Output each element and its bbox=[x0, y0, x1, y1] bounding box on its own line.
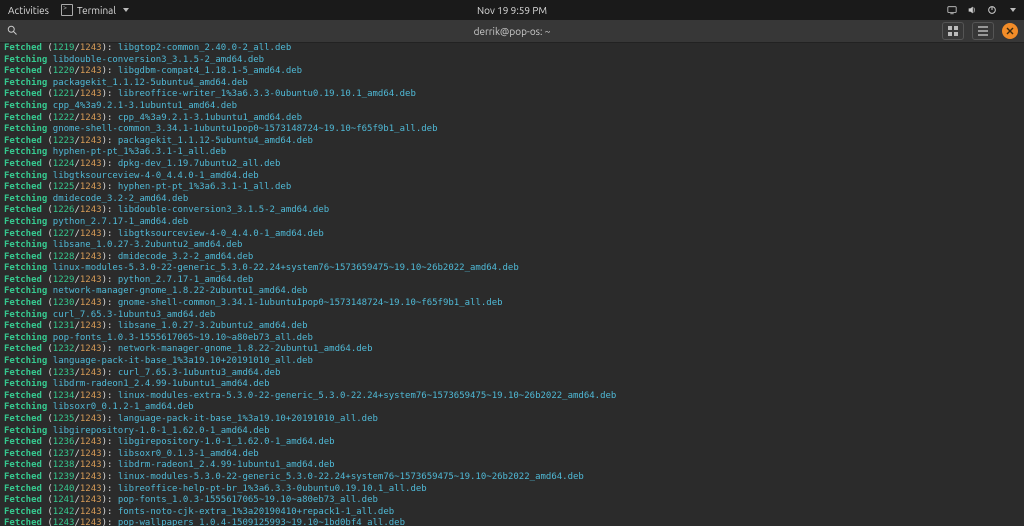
fetching-line: Fetching hyphen-pt-pt_1%3a6.3.1-1_all.de… bbox=[4, 147, 1020, 159]
fetching-line: Fetching curl_7.65.3-1ubuntu3_amd64.deb bbox=[4, 310, 1020, 322]
fetching-line: Fetching network-manager-gnome_1.8.22-2u… bbox=[4, 286, 1020, 298]
fetching-line: Fetching libsane_1.0.27-3.2ubuntu2_amd64… bbox=[4, 240, 1020, 252]
terminal-icon bbox=[61, 4, 73, 16]
fetched-line: Fetched (1230/1243): gnome-shell-common_… bbox=[4, 298, 1020, 310]
fetched-line: Fetched (1234/1243): linux-modules-extra… bbox=[4, 391, 1020, 403]
chevron-down-icon bbox=[1010, 8, 1016, 12]
fetched-line: Fetched (1222/1243): cpp_4%3a9.2.1-3.1ub… bbox=[4, 113, 1020, 125]
fetched-line: Fetched (1231/1243): libsane_1.0.27-3.2u… bbox=[4, 321, 1020, 333]
fetched-line: Fetched (1227/1243): libgtksourceview-4-… bbox=[4, 229, 1020, 241]
fetching-line: Fetching linux-modules-5.3.0-22-generic_… bbox=[4, 263, 1020, 275]
fetched-line: Fetched (1229/1243): python_2.7.17-1_amd… bbox=[4, 275, 1020, 287]
hamburger-menu-button[interactable] bbox=[972, 22, 994, 40]
fetched-line: Fetched (1224/1243): dpkg-dev_1.19.7ubun… bbox=[4, 159, 1020, 171]
fetched-line: Fetched (1240/1243): libreoffice-help-pt… bbox=[4, 484, 1020, 496]
fetched-line: Fetched (1236/1243): libgirepository-1.0… bbox=[4, 437, 1020, 449]
fetching-line: Fetching libdouble-conversion3_3.1.5-2_a… bbox=[4, 55, 1020, 67]
window-title: derrik@pop-os: ~ bbox=[474, 26, 551, 37]
fetched-line: Fetched (1242/1243): fonts-noto-cjk-extr… bbox=[4, 507, 1020, 519]
system-status-area[interactable] bbox=[947, 5, 1016, 15]
fetched-line: Fetched (1220/1243): libgdbm-compat4_1.1… bbox=[4, 66, 1020, 78]
fetched-line: Fetched (1235/1243): language-pack-it-ba… bbox=[4, 414, 1020, 426]
gnome-top-bar: Activities Terminal Nov 19 9:59 PM bbox=[0, 0, 1024, 20]
fetched-line: Fetched (1239/1243): linux-modules-5.3.0… bbox=[4, 472, 1020, 484]
fetching-line: Fetching libdrm-radeon1_2.4.99-1ubuntu1_… bbox=[4, 379, 1020, 391]
active-app-label: Terminal bbox=[77, 5, 116, 16]
fetching-line: Fetching libgtksourceview-4-0_4.4.0-1_am… bbox=[4, 171, 1020, 183]
fetching-line: Fetching packagekit_1.1.12-5ubuntu4_amd6… bbox=[4, 78, 1020, 90]
fetching-line: Fetching gnome-shell-common_3.34.1-1ubun… bbox=[4, 124, 1020, 136]
chevron-down-icon bbox=[123, 8, 129, 12]
fetching-line: Fetching pop-fonts_1.0.3-1555617065~19.1… bbox=[4, 333, 1020, 345]
close-icon bbox=[1006, 27, 1014, 35]
terminal-titlebar: derrik@pop-os: ~ bbox=[0, 20, 1024, 43]
close-button[interactable] bbox=[1002, 23, 1018, 39]
fetched-line: Fetched (1237/1243): libsoxr0_0.1.3-1_am… bbox=[4, 449, 1020, 461]
fetching-line: Fetching python_2.7.17-1_amd64.deb bbox=[4, 217, 1020, 229]
power-icon bbox=[987, 5, 997, 15]
new-tab-button[interactable] bbox=[942, 22, 964, 40]
terminal-output[interactable]: Fetched (1219/1243): libgtop2-common_2.4… bbox=[0, 43, 1024, 526]
fetched-line: Fetched (1233/1243): curl_7.65.3-1ubuntu… bbox=[4, 368, 1020, 380]
fetched-line: Fetched (1232/1243): network-manager-gno… bbox=[4, 344, 1020, 356]
fetched-line: Fetched (1228/1243): dmidecode_3.2-2_amd… bbox=[4, 252, 1020, 264]
active-app-indicator[interactable]: Terminal bbox=[61, 4, 129, 16]
fetched-line: Fetched (1223/1243): packagekit_1.1.12-5… bbox=[4, 136, 1020, 148]
fetching-line: Fetching cpp_4%3a9.2.1-3.1ubuntu1_amd64.… bbox=[4, 101, 1020, 113]
fetched-line: Fetched (1238/1243): libdrm-radeon1_2.4.… bbox=[4, 460, 1020, 472]
fetching-line: Fetching language-pack-it-base_1%3a19.10… bbox=[4, 356, 1020, 368]
clock[interactable]: Nov 19 9:59 PM bbox=[477, 5, 547, 16]
screen-icon bbox=[947, 5, 957, 15]
fetched-line: Fetched (1225/1243): hyphen-pt-pt_1%3a6.… bbox=[4, 182, 1020, 194]
fetched-line: Fetched (1226/1243): libdouble-conversio… bbox=[4, 205, 1020, 217]
volume-icon bbox=[967, 5, 977, 15]
fetched-line: Fetched (1219/1243): libgtop2-common_2.4… bbox=[4, 43, 1020, 55]
fetching-line: Fetching dmidecode_3.2-2_amd64.deb bbox=[4, 194, 1020, 206]
fetched-line: Fetched (1221/1243): libreoffice-writer_… bbox=[4, 89, 1020, 101]
activities-button[interactable]: Activities bbox=[8, 5, 49, 16]
search-button[interactable] bbox=[6, 24, 18, 38]
fetching-line: Fetching libgirepository-1.0-1_1.62.0-1_… bbox=[4, 426, 1020, 438]
fetched-line: Fetched (1241/1243): pop-fonts_1.0.3-155… bbox=[4, 495, 1020, 507]
fetching-line: Fetching libsoxr0_0.1.2-1_amd64.deb bbox=[4, 402, 1020, 414]
fetched-line: Fetched (1243/1243): pop-wallpapers_1.0.… bbox=[4, 518, 1020, 526]
